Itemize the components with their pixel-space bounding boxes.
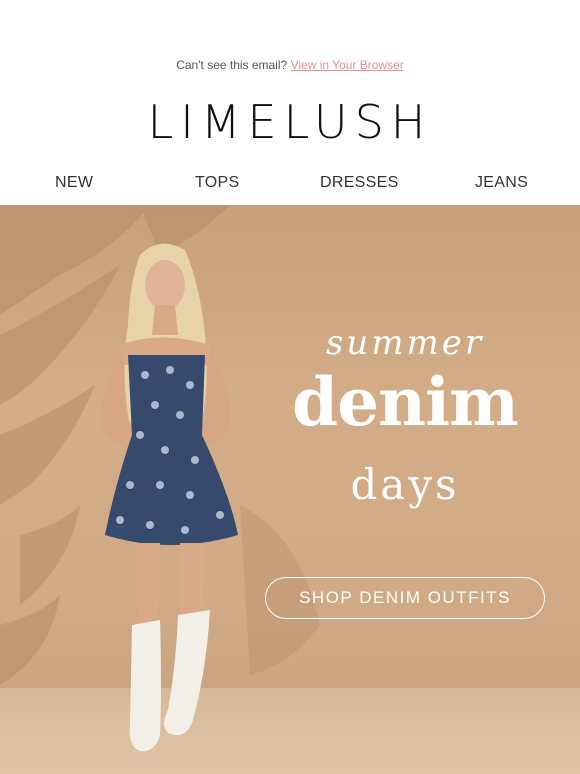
nav-jeans[interactable]: JEANS: [475, 174, 528, 192]
model-photo: [100, 243, 238, 752]
headline-summer: summer: [325, 323, 485, 363]
preheader-text: Can't see this email?: [176, 58, 288, 72]
nav-dresses[interactable]: DRESSES: [320, 174, 399, 192]
headline-denim: denim: [291, 363, 519, 441]
preheader: Can't see this email? View in Your Brows…: [0, 58, 580, 72]
headline-days: days: [350, 460, 460, 509]
nav-new[interactable]: NEW: [55, 174, 93, 192]
main-nav: NEW TOPS DRESSES JEANS: [0, 174, 580, 194]
hero-banner[interactable]: summer denim days SHOP DENIM OUTFITS: [0, 205, 580, 774]
view-in-browser-link[interactable]: View in Your Browser: [291, 58, 404, 72]
nav-tops[interactable]: TOPS: [195, 174, 239, 192]
brand-logo[interactable]: LIMELUSH: [0, 94, 580, 150]
shop-denim-outfits-button[interactable]: SHOP DENIM OUTFITS: [265, 577, 545, 619]
